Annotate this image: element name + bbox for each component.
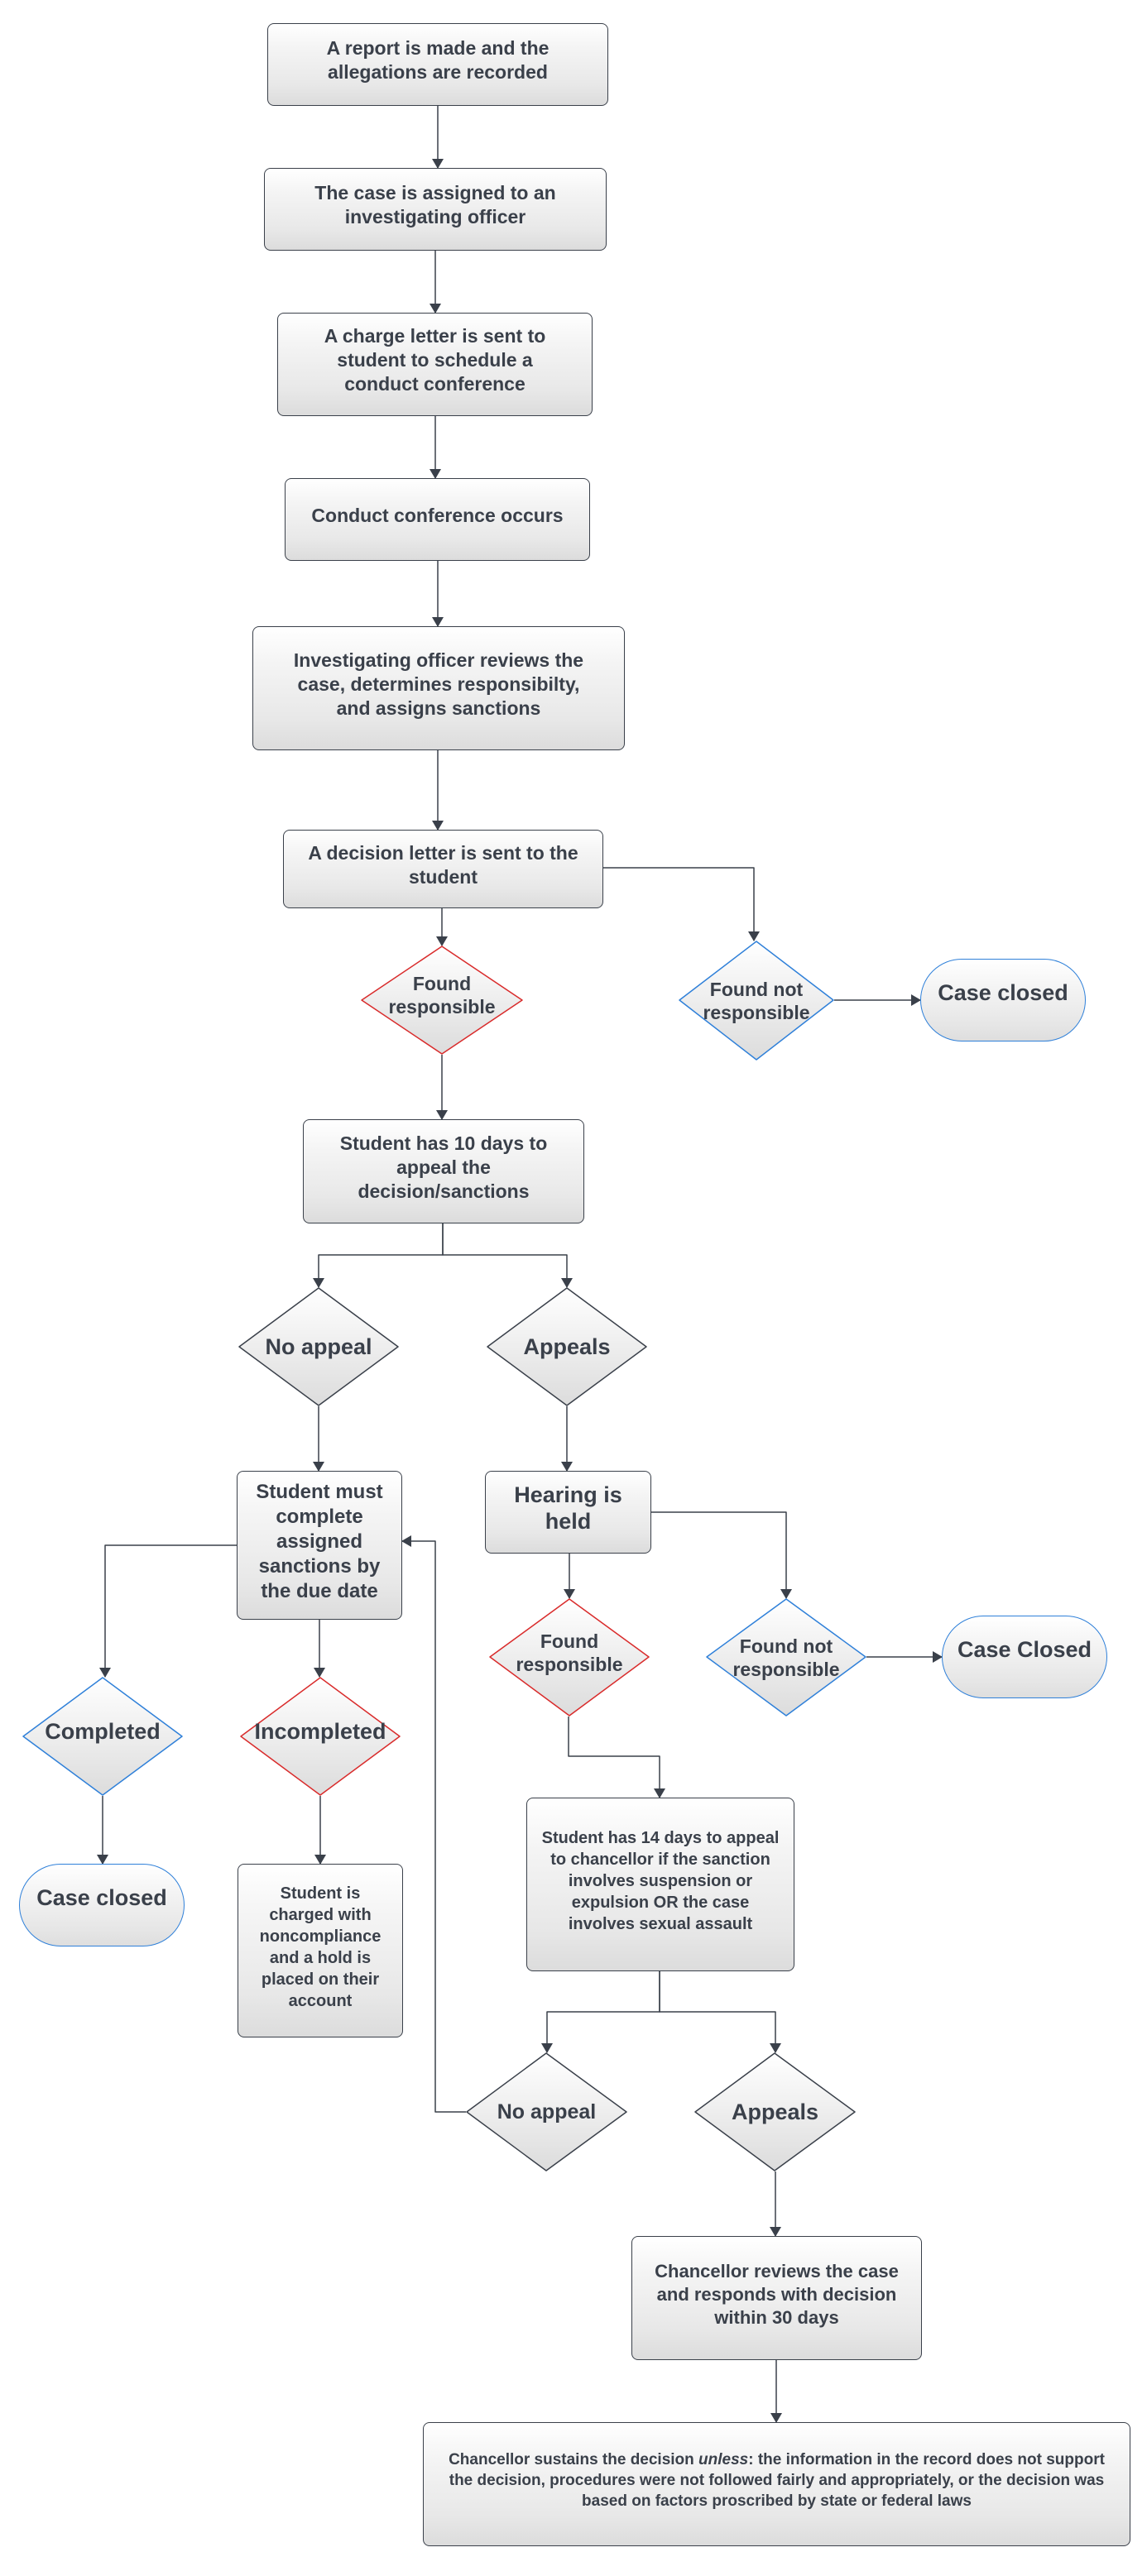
- step-hearing-held: Hearing is held: [485, 1471, 651, 1554]
- connector-decision-to-found-not-responsible: [603, 867, 760, 941]
- decision-found-not-responsible-1: Found not responsible: [679, 941, 834, 1061]
- step-charge-letter: A charge letter is sent to student to sc…: [277, 313, 593, 416]
- decision-found-responsible-2: Found responsible: [489, 1598, 650, 1717]
- connector-responsible-to-fourteen-days: [568, 1717, 665, 1798]
- terminal-case-closed-3: Case Closed: [942, 1616, 1107, 1698]
- step-label: A report is made and the allegations are…: [326, 37, 550, 83]
- step-decision-letter: A decision letter is sent to the student: [283, 830, 603, 908]
- step-label: Conduct conference occurs: [311, 504, 564, 526]
- step-label: Student has 14 days to appeal to chancel…: [541, 1829, 780, 1933]
- connector-fourteen-to-no-appeal: [541, 1971, 660, 2053]
- connector-fourteen-to-appeals: [659, 1971, 781, 2053]
- step-ten-days-appeal: Student has 10 days to appeal the decisi…: [303, 1119, 584, 1223]
- step-label: Student must complete assigned sanctions…: [256, 1481, 383, 1602]
- step-label: A charge letter is sent to student to sc…: [324, 325, 546, 395]
- decision-label: No appeal: [265, 1334, 372, 1359]
- flowchart-canvas: A report is made and the allegations are…: [0, 0, 1147, 2576]
- decision-appeals-2: Appeals: [694, 2052, 856, 2171]
- final-text-before: Chancellor sustains the decision: [449, 2450, 699, 2468]
- step-case-assigned: The case is assigned to an investigating…: [264, 168, 607, 251]
- step-report-made: A report is made and the allegations are…: [267, 23, 608, 106]
- decision-no-appeal-2: No appeal: [466, 2052, 627, 2171]
- decision-appeals-1: Appeals: [487, 1287, 647, 1406]
- step-noncompliance-hold: Student is charged with noncompliance an…: [238, 1864, 403, 2037]
- step-label: Hearing is held: [514, 1482, 622, 1534]
- terminal-label: Case Closed: [957, 1636, 1092, 1662]
- step-chancellor-reviews: Chancellor reviews the case and responds…: [631, 2236, 922, 2360]
- connector-ten-days-to-no-appeal: [313, 1223, 444, 1288]
- decision-label: No appeal: [497, 2100, 597, 2124]
- decision-label: Found responsible: [388, 973, 496, 1017]
- final-text-emphasis: unless: [698, 2450, 749, 2468]
- decision-label: Found not responsible: [703, 978, 810, 1023]
- decision-label: Appeals: [523, 1334, 611, 1359]
- terminal-label: Case closed: [938, 979, 1068, 1005]
- step-officer-review: Investigating officer reviews the case, …: [252, 626, 625, 750]
- step-label: Chancellor sustains the decision unless:…: [440, 2449, 1113, 2511]
- decision-label: Appeals: [731, 2100, 819, 2124]
- connector-sanctions-to-completed: [99, 1544, 237, 1678]
- step-chancellor-sustains: Chancellor sustains the decision unless:…: [423, 2422, 1130, 2546]
- decision-label: Incompleted: [254, 1719, 386, 1744]
- decision-completed: Completed: [22, 1677, 183, 1796]
- connector-hearing-to-found-not-responsible: [651, 1511, 792, 1599]
- decision-found-responsible-1: Found responsible: [361, 946, 523, 1055]
- step-label: Student is charged with noncompliance an…: [259, 1884, 382, 2010]
- decision-label: Completed: [45, 1719, 161, 1744]
- step-label: A decision letter is sent to the student: [308, 841, 578, 888]
- decision-no-appeal-1: No appeal: [238, 1287, 399, 1406]
- step-fourteen-days-appeal: Student has 14 days to appeal to chancel…: [526, 1798, 794, 1971]
- step-label: Student has 10 days to appeal the decisi…: [339, 1132, 548, 1202]
- connector-ten-days-to-appeals: [442, 1223, 573, 1288]
- terminal-label: Case closed: [36, 1884, 167, 1910]
- connector-no-appeal-loop-to-sanctions: [401, 1535, 466, 2113]
- step-label: The case is assigned to an investigating…: [314, 182, 556, 227]
- step-label: Investigating officer reviews the case, …: [293, 649, 584, 719]
- step-label: Chancellor reviews the case and responds…: [655, 2261, 899, 2328]
- terminal-case-closed-1: Case closed: [920, 959, 1086, 1041]
- decision-incompleted: Incompleted: [240, 1677, 401, 1796]
- terminal-case-closed-2: Case closed: [19, 1864, 185, 1946]
- decision-found-not-responsible-2: Found not responsible: [706, 1598, 866, 1717]
- step-complete-sanctions: Student must complete assigned sanctions…: [237, 1471, 402, 1620]
- decision-label: Found not responsible: [732, 1635, 840, 1680]
- decision-label: Found responsible: [516, 1630, 623, 1675]
- step-conduct-conference: Conduct conference occurs: [285, 478, 590, 561]
